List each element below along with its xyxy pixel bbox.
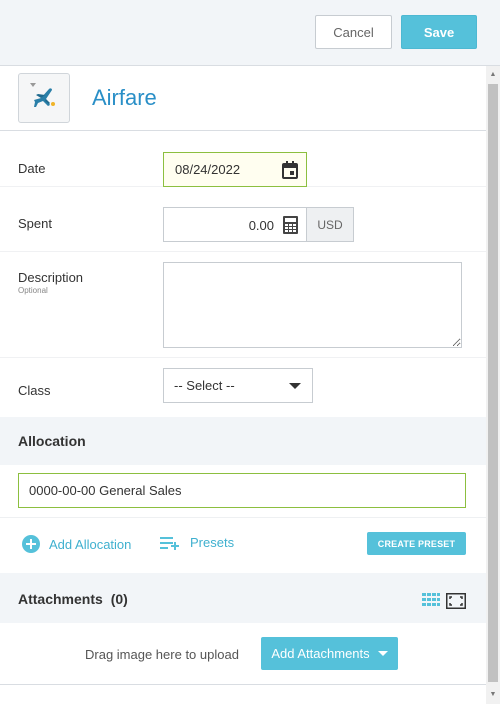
date-value: 08/24/2022 [175, 162, 241, 177]
grid-view-icon[interactable] [422, 593, 440, 607]
scrollbar-thumb[interactable] [488, 84, 498, 682]
attachments-title: Attachments (0) [18, 591, 128, 607]
add-attachments-button[interactable]: Add Attachments [261, 637, 398, 670]
attachments-count: (0) [110, 591, 128, 607]
date-field[interactable]: 08/24/2022 [163, 152, 307, 187]
upload-hint: Drag image here to upload [85, 647, 239, 662]
allocation-actions: Add Allocation Presets CREATE PRESET [0, 517, 486, 570]
spent-label: Spent [18, 216, 52, 231]
class-selected-value: -- Select -- [174, 378, 235, 393]
calculator-icon[interactable] [283, 216, 298, 234]
top-toolbar: Cancel Save [0, 0, 500, 66]
upload-dropzone[interactable]: Drag image here to upload Add Attachment… [0, 623, 486, 685]
description-label: Description [18, 270, 84, 285]
allocation-section-header: Allocation [0, 417, 486, 465]
view-toggle [422, 593, 466, 609]
plus-circle-icon [22, 535, 40, 553]
attachments-title-text: Attachments [18, 591, 103, 607]
description-optional-hint: Optional [18, 286, 48, 295]
class-select[interactable]: -- Select -- [163, 368, 313, 403]
allocation-field[interactable]: 0000-00-00 General Sales [18, 473, 466, 508]
attachments-section-header: Attachments (0) [0, 573, 486, 623]
add-allocation-button[interactable]: Add Allocation [22, 535, 131, 553]
vertical-scrollbar[interactable]: ▲ ▼ [486, 66, 500, 704]
presets-button[interactable]: Presets [160, 535, 234, 550]
chevron-down-icon [289, 383, 301, 389]
date-label: Date [18, 161, 46, 176]
create-preset-button[interactable]: CREATE PRESET [367, 532, 466, 555]
spent-value: 0.00 [248, 218, 274, 233]
save-button[interactable]: Save [401, 15, 477, 49]
spent-field[interactable]: 0.00 [163, 207, 307, 242]
class-label: Class [18, 383, 51, 398]
category-picker[interactable] [18, 73, 70, 123]
allocation-title: Allocation [18, 433, 86, 449]
category-header: Airfare [0, 66, 486, 131]
cancel-button[interactable]: Cancel [315, 15, 392, 49]
currency-badge: USD [306, 207, 354, 242]
caret-down-icon [377, 651, 388, 656]
description-textarea[interactable] [163, 262, 462, 348]
scroll-down-arrow-icon[interactable]: ▼ [486, 686, 500, 702]
presets-label: Presets [190, 535, 235, 550]
chevron-down-icon [30, 83, 36, 87]
calendar-icon[interactable] [282, 161, 298, 179]
category-title: Airfare [92, 85, 157, 110]
expense-form: Airfare Date 08/24/2022 Spent 0.00 USD D… [0, 66, 486, 704]
scroll-up-arrow-icon[interactable]: ▲ [486, 66, 500, 82]
add-allocation-label: Add Allocation [49, 536, 132, 552]
airplane-icon [34, 88, 55, 107]
playlist-add-icon [160, 536, 179, 550]
add-attachments-label: Add Attachments [271, 646, 370, 661]
fullscreen-icon[interactable] [446, 593, 466, 609]
